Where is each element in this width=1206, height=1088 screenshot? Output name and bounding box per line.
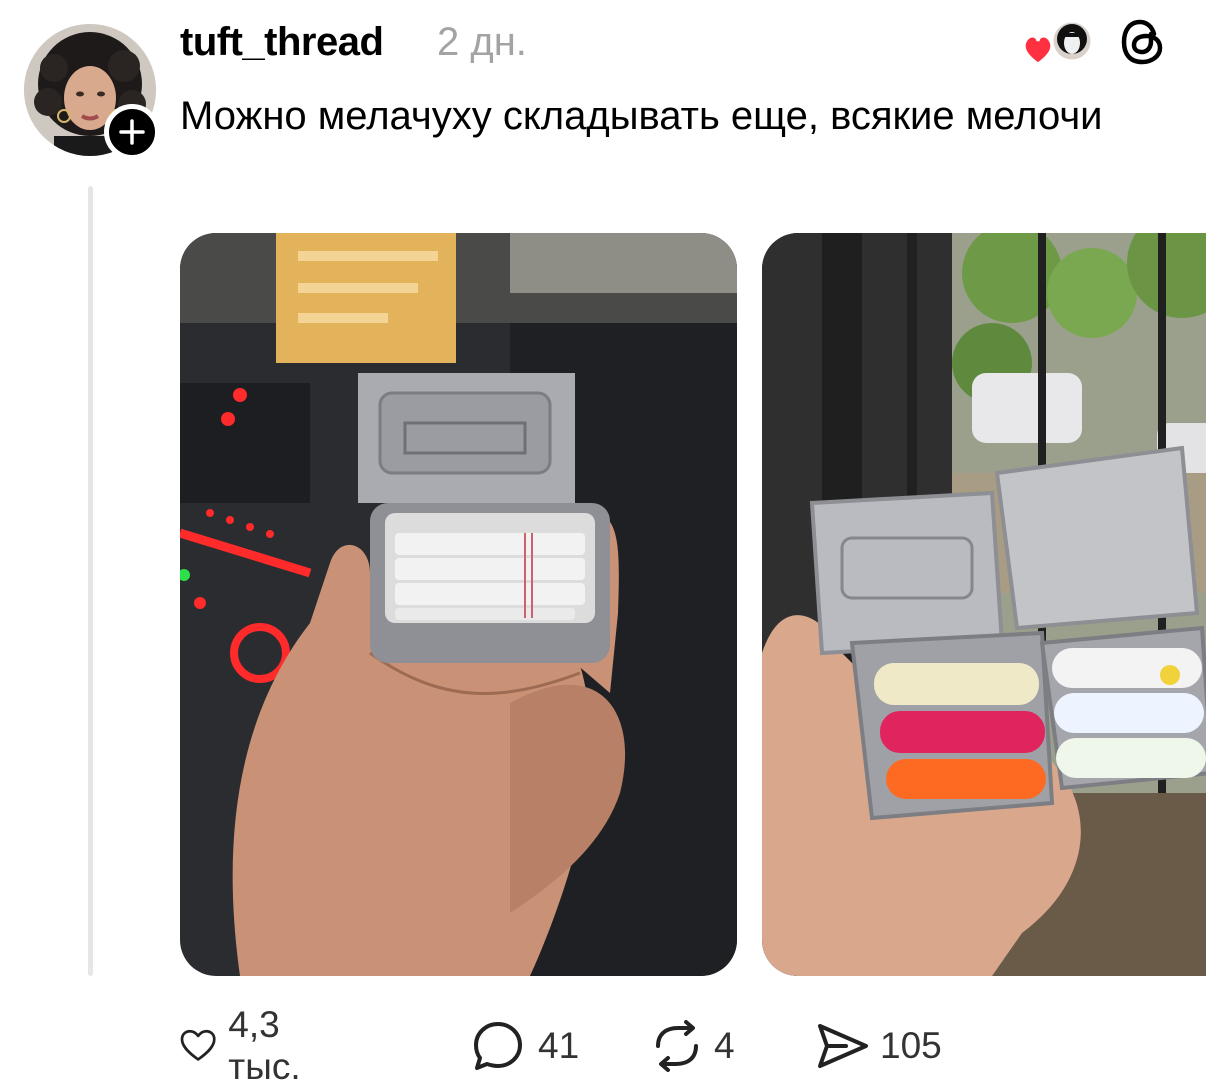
repost-icon — [656, 1020, 698, 1072]
username[interactable]: tuft_thread — [180, 20, 384, 65]
thread-line — [88, 186, 93, 976]
liked-by-avatar-icon[interactable] — [1020, 16, 1094, 70]
reply-button[interactable]: 41 — [472, 1020, 579, 1072]
repost-button[interactable]: 4 — [650, 1020, 735, 1072]
tins-with-tampons-photo[interactable] — [762, 233, 1206, 976]
tin-with-cigarettes-photo[interactable] — [180, 233, 737, 976]
repost-count: 4 — [714, 1025, 735, 1066]
post-text: Можно мелачуху складывать еще, всякие ме… — [180, 94, 1103, 138]
threads-logo-icon[interactable] — [1116, 16, 1168, 68]
follow-plus-button[interactable] — [104, 104, 160, 160]
comment-bubble-icon — [474, 1022, 522, 1070]
like-count: 4,3 тыс. — [228, 1004, 301, 1087]
send-icon — [818, 1024, 868, 1068]
post-time: 2 дн. — [437, 20, 527, 64]
plus-icon — [119, 119, 145, 145]
share-button[interactable]: 105 — [816, 1022, 942, 1070]
like-button[interactable]: 4,3 тыс. — [180, 1004, 318, 1088]
share-count: 105 — [880, 1025, 942, 1066]
heart-icon — [180, 1029, 216, 1061]
reply-count: 41 — [538, 1025, 580, 1066]
